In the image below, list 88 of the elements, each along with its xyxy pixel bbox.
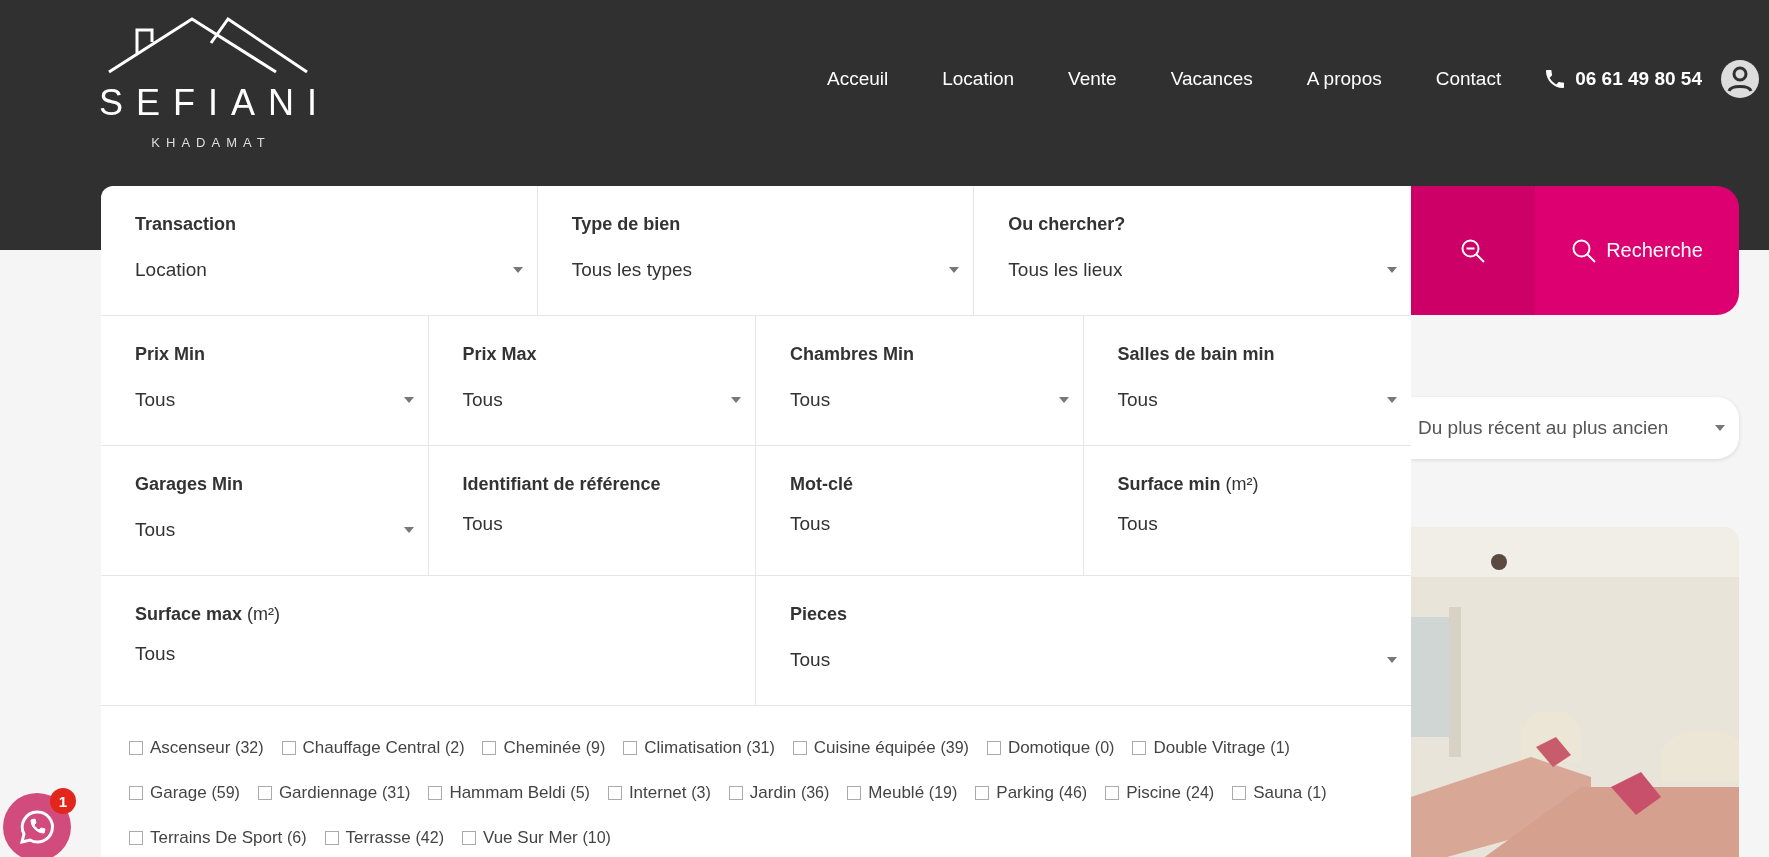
nav-link[interactable]: Acceuil [827, 68, 889, 90]
select-field[interactable]: Tous [790, 649, 1397, 671]
select-field[interactable]: Tous [462, 389, 741, 411]
feature-label: Double Vitrage (1) [1153, 738, 1290, 758]
feature-label: Meublé (19) [868, 783, 958, 803]
field-label: Prix Max [462, 344, 538, 365]
caret-icon [1058, 397, 1069, 403]
feature-label: Hammam Beldi (5) [449, 783, 590, 803]
caret-icon [1387, 267, 1397, 273]
nav-link[interactable]: Vacances [1170, 68, 1253, 90]
checkbox[interactable] [728, 786, 743, 800]
select-field[interactable]: Location [135, 259, 523, 281]
checkbox[interactable] [1132, 741, 1147, 755]
select-field[interactable]: Tous [1117, 389, 1397, 411]
checkbox[interactable] [1105, 786, 1120, 800]
field-label: Garages Min [135, 474, 245, 495]
checkbox[interactable] [986, 741, 1001, 755]
checkbox[interactable] [461, 831, 476, 845]
checkbox[interactable] [129, 741, 143, 755]
phone-link[interactable]: 06 61 49 80 54 [1543, 67, 1702, 91]
search-icon [1571, 237, 1598, 264]
zoom-out-icon [1460, 237, 1486, 264]
field-label: Pieces [790, 604, 849, 625]
house-roof-icon [107, 15, 309, 75]
whatsapp-button[interactable] [3, 793, 71, 857]
checkbox[interactable] [428, 786, 443, 800]
feature-label: Chauffage Central (2) [302, 738, 465, 758]
select-field[interactable]: Tous les lieux [1008, 259, 1397, 281]
feature-label: Cuisine équipée (39) [813, 738, 969, 758]
feature-label: Domotique (0) [1007, 738, 1115, 758]
checkbox[interactable] [1232, 786, 1247, 800]
nav-link[interactable]: Location [942, 68, 1015, 90]
feature-label: Garage (59) [150, 783, 240, 803]
caret-icon [1387, 657, 1397, 663]
caret-icon [403, 397, 414, 403]
select-field[interactable]: Tous [135, 519, 414, 541]
caret-icon [1715, 425, 1725, 431]
nav-link[interactable]: Vente [1068, 68, 1117, 90]
field-label: Salles de bain min [1117, 344, 1276, 365]
feature-label: Internet (3) [628, 783, 711, 803]
select-field[interactable]: Tous [790, 389, 1069, 411]
feature-label: Terrains De Sport (6) [150, 828, 307, 848]
feature-label: Sauna (1) [1253, 783, 1327, 803]
sort-select[interactable]: Du plus récent au plus ancien [1411, 397, 1739, 459]
notification-badge: 1 [50, 788, 76, 814]
feature-label: Piscine (24) [1126, 783, 1215, 803]
logo-name: SEFIANI [99, 85, 330, 121]
checkbox[interactable] [847, 786, 862, 800]
feature-label: Ascenseur (32) [150, 738, 264, 758]
feature-label: Gardiennage (31) [278, 783, 411, 803]
nav-link[interactable]: A propos [1306, 68, 1382, 90]
field-label: Chambres Min [790, 344, 916, 365]
caret-icon [949, 267, 960, 273]
checkbox[interactable] [792, 741, 807, 755]
field-label: Type de bien [571, 214, 682, 235]
search-button[interactable]: Recherche [1535, 186, 1739, 315]
checkbox[interactable] [129, 786, 143, 800]
checkbox[interactable] [975, 786, 990, 800]
feature-label: Vue Sur Mer (10) [482, 828, 611, 848]
caret-icon [403, 527, 414, 533]
field-label: Surface min (m²) [1117, 474, 1260, 495]
checkbox[interactable] [482, 741, 497, 755]
feature-label: Cheminée (9) [503, 738, 606, 758]
checkbox[interactable] [129, 831, 143, 845]
caret-icon [731, 397, 741, 403]
caret-icon [1387, 397, 1397, 403]
checkbox[interactable] [281, 741, 296, 755]
checkbox[interactable] [324, 831, 339, 845]
user-avatar-icon[interactable] [1720, 59, 1760, 99]
feature-label: Terrasse (42) [345, 828, 444, 848]
logo-tagline: KHADAMAT [151, 135, 271, 150]
checkbox[interactable] [607, 786, 622, 800]
feature-label: Jardin (36) [749, 783, 830, 803]
checkbox[interactable] [257, 786, 272, 800]
field-label: Ou chercher? [1008, 214, 1127, 235]
field-label: Surface max (m²) [135, 604, 282, 625]
field-label: Prix Min [135, 344, 206, 365]
checkbox[interactable] [623, 741, 638, 755]
caret-icon [512, 267, 523, 273]
select-field[interactable]: Tous les types [571, 259, 960, 281]
nav-link[interactable]: Contact [1435, 68, 1502, 90]
field-label: Identifiant de référence [462, 474, 662, 495]
field-label: Transaction [135, 214, 238, 235]
select-field[interactable]: Tous [135, 389, 414, 411]
field-label: Mot-clé [790, 474, 854, 495]
feature-label: Climatisation (31) [644, 738, 775, 758]
feature-label: Parking (46) [996, 783, 1088, 803]
chat-phone-icon [18, 808, 56, 846]
